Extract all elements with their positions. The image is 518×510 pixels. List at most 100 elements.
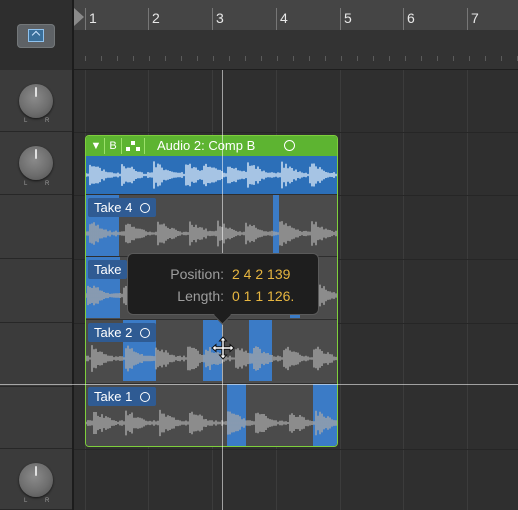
bar-line <box>85 8 86 30</box>
grid-line <box>403 70 404 510</box>
take-label: Take 2 <box>88 323 157 342</box>
take-loop-icon <box>140 328 151 338</box>
take-folder-title: Audio 2: Comp B <box>157 138 256 153</box>
ruler-tick <box>405 56 406 61</box>
take-lane-1[interactable]: Take 1 <box>86 383 337 446</box>
track-header-3[interactable]: L R <box>0 449 72 510</box>
ruler-tick <box>341 56 342 61</box>
pan-knob-icon[interactable] <box>19 146 53 180</box>
bar-number-5: 5 <box>344 10 352 26</box>
bar-number-7: 7 <box>471 10 479 26</box>
take-folder-menu-button[interactable]: B <box>107 139 119 153</box>
ruler-tick <box>245 56 246 61</box>
ruler-tick <box>309 56 310 61</box>
flex-icon[interactable] <box>125 139 141 153</box>
ruler-tick <box>213 56 214 61</box>
take-label: Take 4 <box>88 198 157 217</box>
take-name: Take 2 <box>94 325 133 340</box>
ruler-tick <box>453 56 454 61</box>
arrange-window: L R L R L R 1 2 3 4 5 6 7 ▼ B Audio 2: C… <box>0 0 518 510</box>
comp-waveform-graphic <box>86 161 337 189</box>
take-name: Take 4 <box>94 200 133 215</box>
bar-line <box>467 8 468 30</box>
ruler-tick <box>181 56 182 61</box>
bar-number-1: 1 <box>89 10 97 26</box>
bar-number-3: 3 <box>216 10 224 26</box>
show-track-headers-icon <box>28 29 44 42</box>
grid-line <box>467 70 468 510</box>
bar-line <box>340 8 341 30</box>
ruler-tick <box>277 56 278 61</box>
header-separator <box>144 138 145 154</box>
ruler-tick <box>85 56 86 61</box>
ruler-tick <box>357 56 358 61</box>
drag-help-tooltip: Position: 2 4 2 139 Length: 0 1 1 126. <box>127 253 319 315</box>
row-divider <box>74 449 518 450</box>
tooltip-length-value: 0 1 1 126. <box>232 288 295 304</box>
take-lane-header-3 <box>0 259 72 323</box>
track-header-column: L R L R L R <box>0 0 74 510</box>
disclosure-triangle-icon[interactable]: ▼ <box>90 139 102 153</box>
ruler-tick <box>389 56 390 61</box>
grid-line <box>340 70 341 510</box>
pan-knob-icon[interactable] <box>19 84 53 118</box>
take-lane-4[interactable]: Take 4 <box>86 194 337 256</box>
bar-line <box>148 8 149 30</box>
bar-line <box>276 8 277 30</box>
ruler-tick <box>101 56 102 61</box>
bar-ruler[interactable]: 1 2 3 4 5 6 7 <box>74 0 518 70</box>
show-track-headers-button[interactable] <box>17 24 55 48</box>
take-lane-header-2 <box>0 323 72 387</box>
take-loop-icon <box>140 203 151 213</box>
pan-right-label: R <box>45 181 50 187</box>
ruler-tick <box>229 56 230 61</box>
bar-number-4: 4 <box>280 10 288 26</box>
pan-left-label: L <box>24 181 28 187</box>
bar-line <box>403 8 404 30</box>
ruler-tick <box>501 56 502 61</box>
header-toolbar <box>0 0 72 71</box>
pan-knob-icon[interactable] <box>19 463 53 497</box>
ruler-tick <box>133 56 134 61</box>
pan-left-label: L <box>24 118 28 124</box>
bar-number-2: 2 <box>152 10 160 26</box>
header-separator <box>104 138 105 154</box>
tooltip-position-value: 2 4 2 139 <box>232 266 291 282</box>
take-name: Take <box>94 262 122 277</box>
playhead-marker-icon[interactable] <box>74 8 84 26</box>
take-loop-icon[interactable] <box>284 140 295 151</box>
ruler-tick <box>469 56 470 61</box>
tooltip-position-label: Position: <box>170 266 224 282</box>
ruler-tick <box>293 56 294 61</box>
ruler-tick <box>485 56 486 61</box>
take-folder-header[interactable]: ▼ B Audio 2: Comp B <box>86 136 337 156</box>
ruler-tick <box>117 56 118 61</box>
take-label: Take 1 <box>88 387 157 406</box>
ruler-tick <box>197 56 198 61</box>
bar-line <box>212 8 213 30</box>
tooltip-length-label: Length: <box>177 288 224 304</box>
ruler-tick <box>373 56 374 61</box>
row-divider <box>74 132 518 133</box>
ruler-tick <box>325 56 326 61</box>
ruler-tick <box>437 56 438 61</box>
ruler-tick <box>149 56 150 61</box>
comp-waveform <box>86 156 337 194</box>
pan-right-label: R <box>45 498 50 504</box>
column-divider <box>72 0 74 510</box>
take-loop-icon <box>140 392 151 402</box>
track-header-1[interactable]: L R <box>0 70 72 132</box>
track-header-2[interactable]: L R <box>0 132 72 195</box>
ruler-tick <box>421 56 422 61</box>
bar-number-6: 6 <box>407 10 415 26</box>
pan-right-label: R <box>45 118 50 124</box>
take-lane-header-1 <box>0 387 72 449</box>
ruler-tick <box>165 56 166 61</box>
pan-left-label: L <box>24 498 28 504</box>
move-cursor-icon <box>211 336 235 360</box>
take-name: Take 1 <box>94 389 133 404</box>
drag-guide-horizontal <box>0 384 518 385</box>
ruler-bar-band <box>74 0 518 30</box>
header-separator <box>121 138 122 154</box>
take-lane-header-4 <box>0 195 72 259</box>
